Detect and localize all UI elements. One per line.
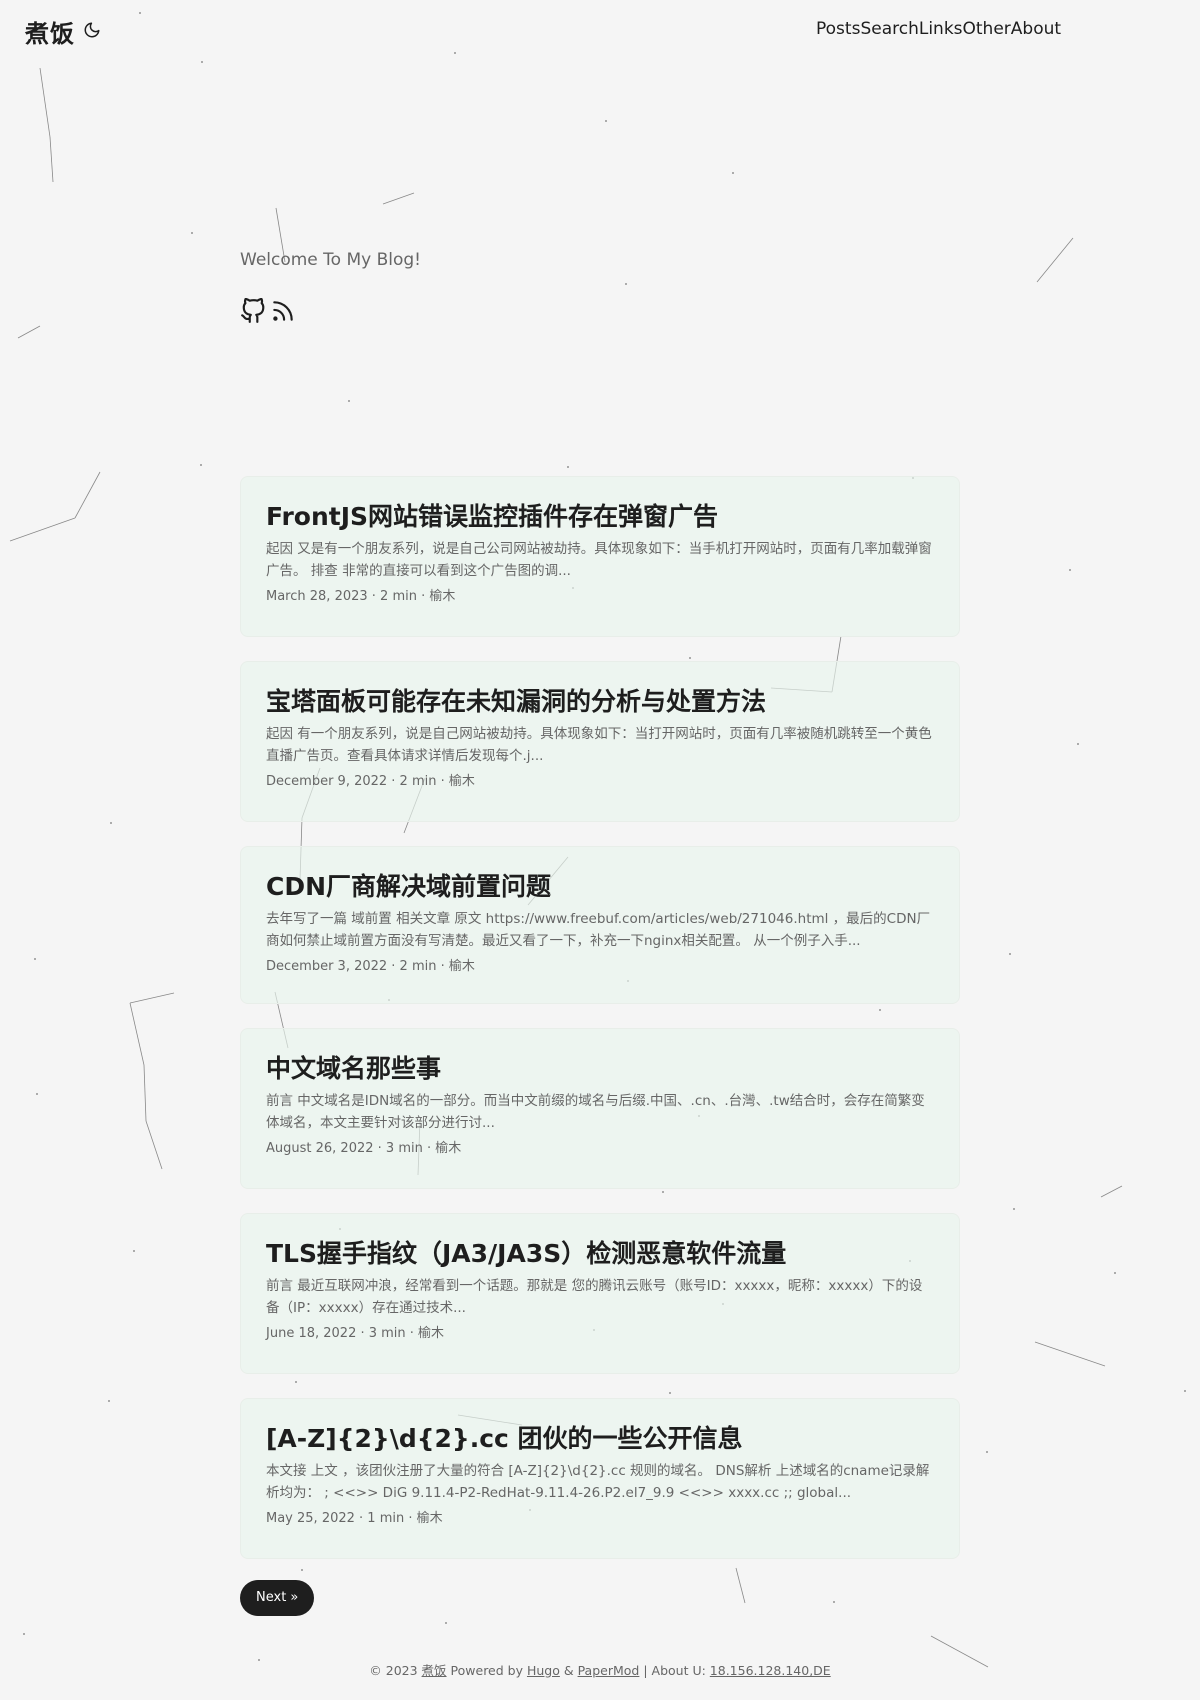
- particle-line: [9, 517, 76, 542]
- post-summary: 去年写了一篇 域前置 相关文章 原文 https://www.freebuf.c…: [266, 911, 931, 949]
- particle-line: [1034, 1341, 1106, 1367]
- particle-dot: [833, 1601, 835, 1603]
- particle-line: [49, 136, 54, 183]
- nav-item-search[interactable]: Search: [860, 19, 918, 39]
- post-summary: 起因 有一个朋友系列，说是自己网站被劫持。具体现象如下：当打开网站时，页面有几率…: [266, 726, 932, 764]
- footer-site-link[interactable]: 煮饭: [422, 1663, 447, 1678]
- particle-dot: [1077, 743, 1079, 745]
- post-title: 中文域名那些事: [266, 1054, 442, 1083]
- post-title: FrontJS网站错误监控插件存在弹窗广告: [266, 502, 719, 531]
- particle-line: [129, 1002, 145, 1066]
- particle-dot: [34, 958, 36, 960]
- particle-line: [39, 67, 51, 138]
- footer-copyright: © 2023: [369, 1663, 422, 1678]
- particle-line: [145, 1120, 163, 1170]
- moon-icon: [84, 22, 100, 38]
- particle-dot: [110, 822, 112, 824]
- particle-dot: [732, 172, 734, 174]
- particle-dot: [625, 283, 627, 285]
- particle-line: [74, 471, 101, 519]
- footer-papermod-link[interactable]: PaperMod: [578, 1663, 640, 1678]
- post-title: TLS握手指纹（JA3/JA3S）检测恶意软件流量: [266, 1239, 787, 1268]
- site-logo-link[interactable]: 煮饭: [25, 14, 75, 49]
- particle-line: [1036, 237, 1074, 283]
- post-entry[interactable]: 宝塔面板可能存在未知漏洞的分析与处置方法 起因 有一个朋友系列，说是自己网站被劫…: [240, 661, 960, 822]
- theme-toggle-button[interactable]: [82, 20, 102, 40]
- post-meta: December 9, 2022 · 2 min · 榆木: [266, 774, 475, 789]
- particle-dot: [191, 232, 193, 234]
- particle-dot: [605, 120, 607, 122]
- github-icon: [241, 297, 265, 323]
- particle-dot: [567, 466, 569, 468]
- github-link[interactable]: [240, 297, 266, 324]
- next-page-button[interactable]: Next »: [240, 1580, 315, 1616]
- footer-powered-by: Powered by: [446, 1663, 527, 1678]
- post-entry[interactable]: 中文域名那些事 前言 中文域名是IDN域名的一部分。而当中文前缀的域名与后缀.中…: [240, 1028, 960, 1189]
- particle-dot: [348, 400, 350, 402]
- rss-icon: [273, 301, 293, 321]
- particle-line: [1100, 1185, 1123, 1198]
- particle-dot: [133, 1250, 135, 1252]
- post-meta: March 28, 2023 · 2 min · 榆木: [266, 589, 456, 604]
- post-summary: 本文接 上文 ，该团伙注册了大量的符合 [A-Z]{2}\d{2}.cc 规则的…: [266, 1463, 930, 1501]
- post-title: CDN厂商解决域前置问题: [266, 872, 552, 901]
- social-icons: [240, 297, 296, 324]
- particle-dot: [986, 1451, 988, 1453]
- particle-dot: [1184, 1390, 1186, 1392]
- post-entry[interactable]: [A-Z]{2}\d{2}.cc 团伙的一些公开信息 本文接 上文 ，该团伙注册…: [240, 1398, 960, 1559]
- site-footer: © 2023 煮饭 Powered by Hugo & PaperMod | A…: [0, 1660, 1200, 1679]
- particle-dot: [1009, 953, 1011, 955]
- particle-dot: [1069, 569, 1071, 571]
- particle-dot: [201, 61, 203, 63]
- footer-hugo-link[interactable]: Hugo: [527, 1663, 560, 1678]
- main-nav: Posts Search Links Other About: [816, 19, 1061, 39]
- post-entry[interactable]: FrontJS网站错误监控插件存在弹窗广告 起因 又是有一个朋友系列，说是自己公…: [240, 476, 960, 637]
- particle-dot: [200, 464, 202, 466]
- particle-dot: [1013, 1208, 1015, 1210]
- particle-line: [17, 325, 41, 339]
- post-entry[interactable]: TLS握手指纹（JA3/JA3S）检测恶意软件流量 前言 最近互联网冲浪，经常看…: [240, 1213, 960, 1374]
- post-title: [A-Z]{2}\d{2}.cc 团伙的一些公开信息: [266, 1424, 743, 1453]
- nav-item-about[interactable]: About: [1011, 19, 1061, 39]
- post-meta: June 18, 2022 · 3 min · 榆木: [266, 1326, 445, 1341]
- footer-ampersand: &: [559, 1663, 578, 1678]
- nav-item-posts[interactable]: Posts: [816, 19, 860, 39]
- footer-visitor-ip[interactable]: 18.156.128.140,DE: [710, 1663, 831, 1678]
- post-summary: 前言 中文域名是IDN域名的一部分。而当中文前缀的域名与后缀.中国、.cn、.台…: [266, 1093, 925, 1131]
- particle-dot: [445, 1622, 447, 1624]
- particle-dot: [108, 1400, 110, 1402]
- footer-about-label: | About U:: [639, 1663, 710, 1678]
- particle-dot: [36, 1093, 38, 1095]
- particle-dot: [23, 1633, 25, 1635]
- post-meta: December 3, 2022 · 2 min · 榆木: [266, 959, 475, 974]
- site-header: 煮饭 Posts Search Links Other About: [0, 0, 1200, 60]
- post-list: FrontJS网站错误监控插件存在弹窗广告 起因 又是有一个朋友系列，说是自己公…: [240, 476, 960, 1583]
- post-summary: 前言 最近互联网冲浪，经常看到一个话题。那就是 您的腾讯云账号（账号ID：xxx…: [266, 1278, 923, 1316]
- particle-dot: [1114, 1272, 1116, 1274]
- welcome-text: Welcome To My Blog!: [240, 250, 421, 270]
- nav-item-links[interactable]: Links: [919, 19, 963, 39]
- post-summary: 起因 又是有一个朋友系列，说是自己公司网站被劫持。具体现象如下：当手机打开网站时…: [266, 541, 932, 579]
- nav-item-other[interactable]: Other: [963, 19, 1011, 39]
- post-meta: May 25, 2022 · 1 min · 榆木: [266, 1511, 443, 1526]
- particle-line: [143, 1064, 147, 1122]
- rss-link[interactable]: [270, 298, 296, 324]
- particle-line: [382, 192, 415, 205]
- post-meta: August 26, 2022 · 3 min · 榆木: [266, 1141, 462, 1156]
- pagination: Next »: [240, 1580, 315, 1616]
- particle-line: [129, 992, 175, 1004]
- post-entry[interactable]: CDN厂商解决域前置问题 去年写了一篇 域前置 相关文章 原文 https://…: [240, 846, 960, 1004]
- home-info: Welcome To My Blog!: [240, 250, 421, 270]
- post-title: 宝塔面板可能存在未知漏洞的分析与处置方法: [266, 687, 767, 716]
